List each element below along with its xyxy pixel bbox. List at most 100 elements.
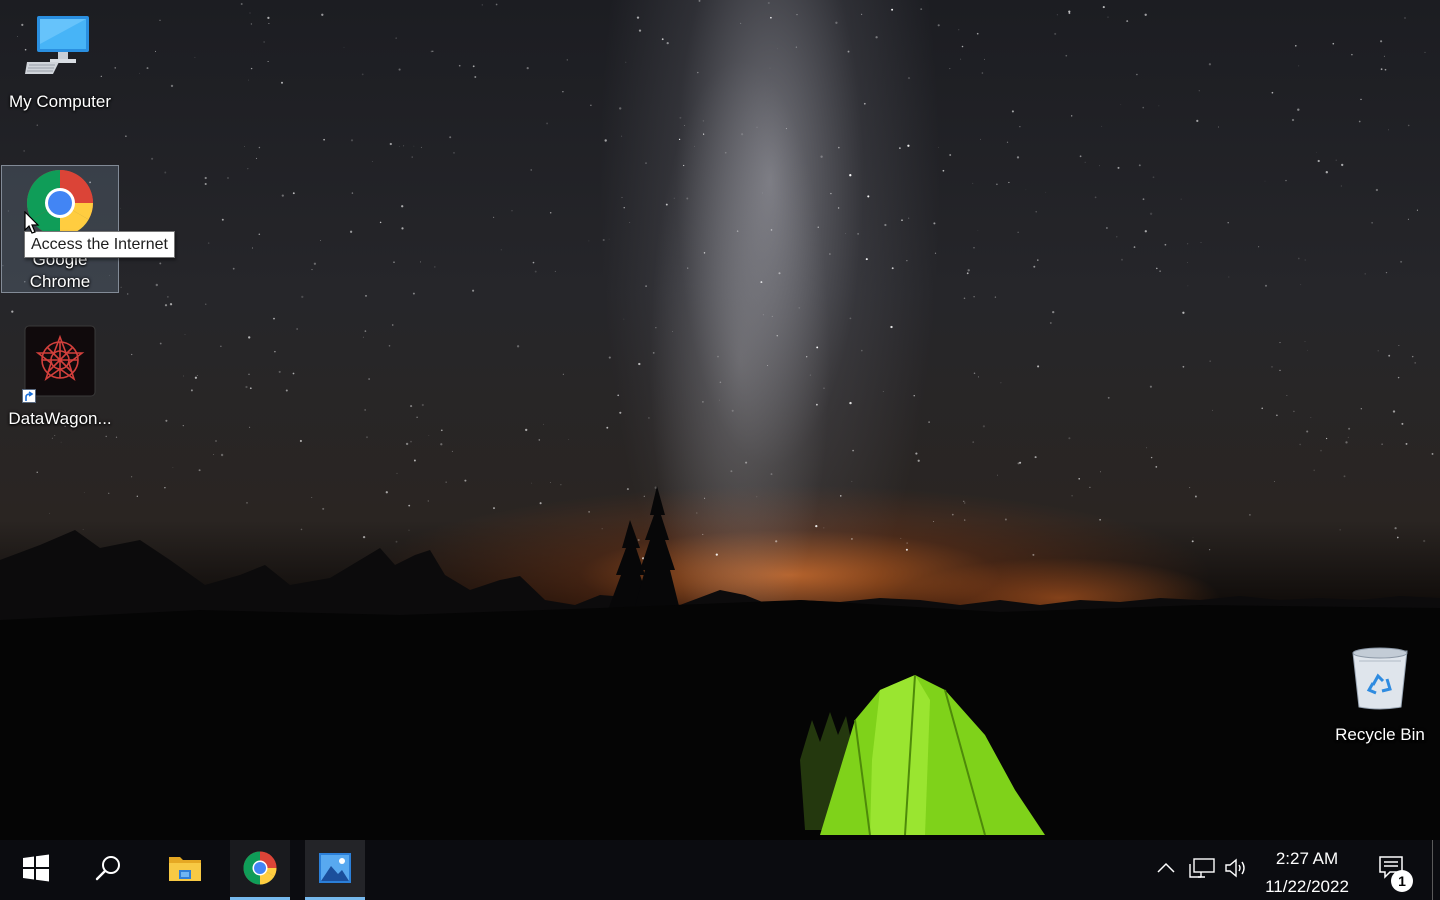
star	[258, 233, 261, 236]
star	[770, 229, 773, 231]
star	[1380, 40, 1383, 43]
photos-icon	[318, 852, 352, 889]
star	[905, 548, 908, 551]
star	[311, 497, 313, 498]
star	[1401, 422, 1404, 425]
star	[365, 295, 367, 297]
star	[1265, 284, 1267, 287]
star	[776, 335, 778, 337]
star	[398, 68, 401, 71]
star	[972, 441, 975, 443]
star	[891, 8, 894, 11]
star	[1102, 6, 1105, 9]
star	[170, 303, 172, 305]
star	[296, 328, 298, 330]
star	[795, 46, 798, 48]
star	[538, 439, 541, 441]
star	[1271, 91, 1274, 94]
star	[1310, 416, 1312, 418]
star	[120, 207, 122, 209]
star	[164, 171, 167, 174]
star	[445, 481, 447, 483]
photos-taskbar-button[interactable]	[305, 840, 365, 900]
star	[214, 439, 218, 443]
action-center-button[interactable]: 1	[1362, 840, 1420, 900]
star	[562, 373, 564, 375]
star	[1159, 270, 1161, 272]
star	[364, 330, 367, 332]
star	[933, 222, 936, 225]
star	[131, 353, 133, 356]
file-explorer-button[interactable]	[155, 840, 215, 900]
volume-button[interactable]	[1223, 858, 1251, 882]
star	[549, 212, 552, 214]
star	[997, 474, 998, 476]
star	[601, 528, 603, 530]
star	[830, 192, 832, 195]
star	[621, 196, 623, 198]
tooltip: Access the Internet	[24, 231, 175, 258]
start-button[interactable]	[6, 840, 66, 900]
star	[159, 262, 162, 265]
desktop-icon-recycle-bin[interactable]: Recycle Bin	[1321, 645, 1439, 745]
clock[interactable]: 2:27 AM 11/22/2022	[1252, 845, 1362, 900]
star	[1105, 227, 1108, 229]
star	[172, 467, 174, 468]
network-status-button[interactable]	[1188, 857, 1216, 882]
star	[778, 272, 781, 275]
star	[949, 68, 951, 70]
star	[1208, 63, 1212, 66]
star	[702, 533, 704, 535]
star	[1347, 436, 1349, 438]
star	[917, 459, 920, 462]
star	[638, 362, 641, 366]
star	[1155, 466, 1158, 468]
star	[745, 461, 748, 464]
star	[127, 293, 129, 295]
star	[1273, 481, 1275, 482]
star	[1371, 222, 1373, 224]
desktop-icon-datawagon[interactable]: DataWagon...	[1, 325, 119, 428]
star	[913, 395, 915, 397]
star	[1196, 119, 1199, 123]
star	[983, 58, 985, 60]
star	[182, 424, 184, 427]
star	[255, 157, 258, 159]
star	[1431, 452, 1434, 455]
star	[1400, 260, 1403, 263]
star	[736, 230, 739, 232]
star	[204, 182, 207, 186]
desktop-icon-google-chrome[interactable]: Google Chrome	[1, 165, 119, 293]
star	[249, 426, 251, 428]
star	[1396, 536, 1399, 539]
star	[1065, 54, 1068, 57]
star	[379, 221, 382, 224]
star	[151, 157, 154, 160]
star	[964, 502, 966, 504]
computer-monitor-icon	[25, 14, 95, 81]
star	[1271, 366, 1273, 368]
show-desktop-button[interactable]	[1432, 840, 1440, 900]
star	[1209, 360, 1211, 362]
star	[1121, 258, 1123, 261]
star	[472, 289, 475, 292]
star	[796, 14, 798, 16]
star	[937, 146, 939, 148]
taskbar: 2:27 AM 11/22/2022 1	[0, 840, 1440, 900]
star	[313, 262, 317, 265]
star	[405, 442, 409, 446]
desktop-wallpaper[interactable]	[0, 0, 1440, 840]
star	[1360, 98, 1362, 101]
star	[1186, 261, 1188, 263]
star	[1307, 349, 1309, 351]
search-button[interactable]	[78, 840, 138, 900]
chrome-taskbar-button[interactable]	[230, 840, 290, 900]
star	[1008, 181, 1010, 184]
star	[1227, 221, 1229, 224]
star	[220, 453, 224, 457]
star	[1025, 189, 1027, 191]
star	[1411, 355, 1414, 358]
star	[413, 145, 415, 147]
show-hidden-icons-button[interactable]	[1152, 858, 1180, 882]
desktop-icon-my-computer[interactable]: My Computer	[1, 10, 119, 111]
